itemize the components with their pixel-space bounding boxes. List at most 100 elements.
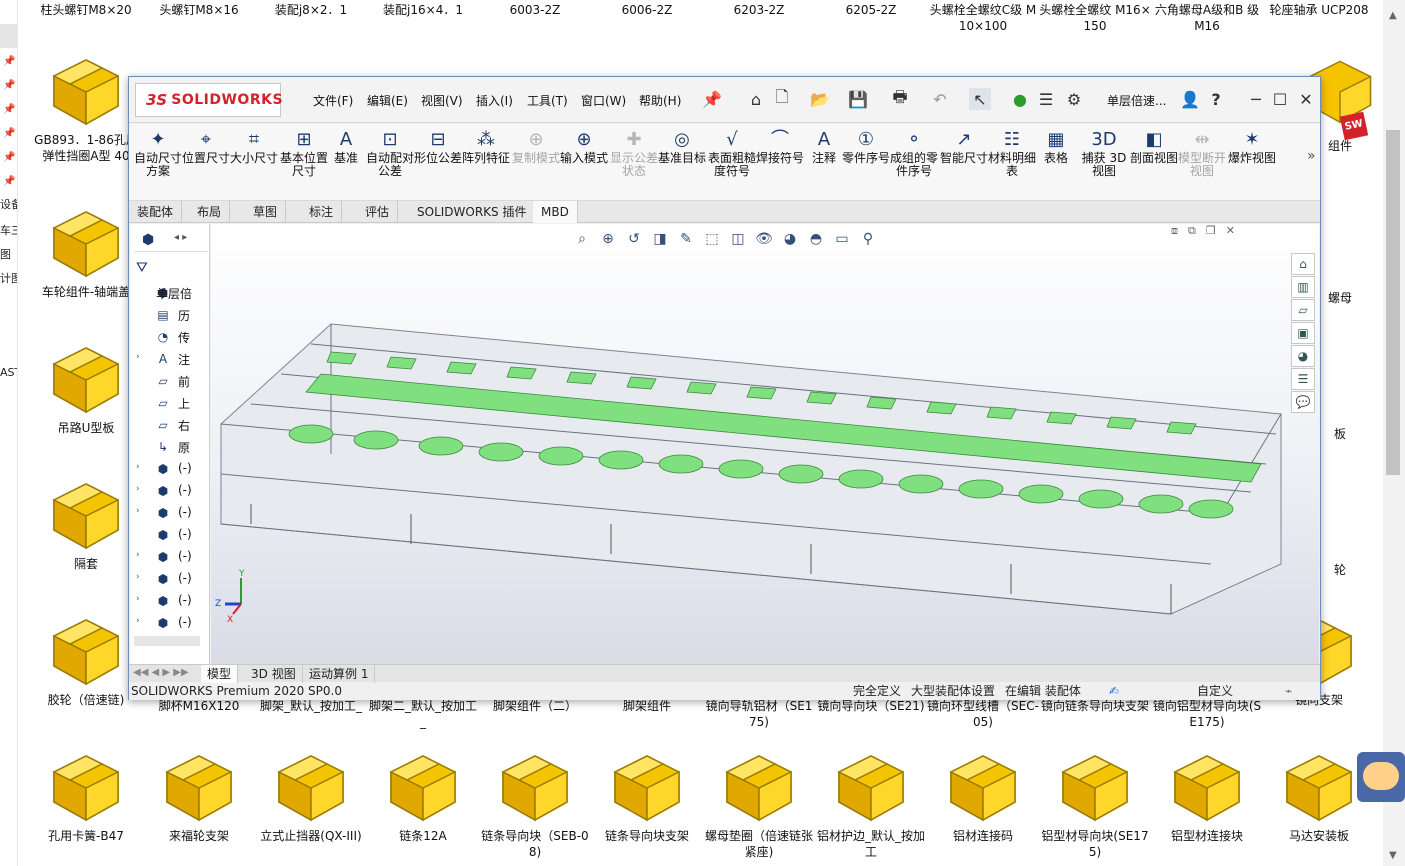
file-item[interactable]: 镜向链条导向块支架: [1039, 698, 1151, 714]
tab-model[interactable]: 模型: [201, 665, 239, 683]
tab-layout[interactable]: 布局: [189, 201, 231, 223]
units-icon[interactable]: ✍: [1109, 683, 1119, 700]
cmd-section-view[interactable]: ◧ 剖面视图: [1129, 128, 1179, 165]
options-gear-icon[interactable]: ⚙: [1063, 88, 1085, 110]
file-item[interactable]: 孔用卡簧-B47: [30, 742, 142, 844]
file-item[interactable]: 车轮组件-轴端盖: [30, 198, 142, 300]
file-item[interactable]: 轮座轴承 UCP208: [1263, 2, 1375, 18]
tab-scroll-icon[interactable]: ◂ ▸: [174, 232, 187, 243]
tree-item[interactable]: › ⬢ (-): [130, 548, 208, 568]
tree-item[interactable]: ▤ 历: [130, 306, 208, 326]
cmd-auto-pair-tolerance[interactable]: ⊡ 自动配对公差: [365, 128, 415, 178]
cmd-smart-dimension[interactable]: ↗ 智能尺寸: [939, 128, 989, 165]
file-item[interactable]: 六角螺母A级和B 级M16: [1151, 2, 1263, 34]
file-item[interactable]: 铝型材连接块: [1151, 742, 1263, 844]
help-icon[interactable]: ?: [1205, 88, 1227, 110]
file-item[interactable]: 装配j16×4．1: [367, 2, 479, 18]
solidworks-shortcut-icon[interactable]: SW: [1339, 111, 1369, 141]
more-commands-icon[interactable]: »: [1307, 148, 1316, 164]
file-item[interactable]: 铝型材导向块(SE175): [1039, 742, 1151, 860]
file-item[interactable]: 镜向铝型材导向块(SE175): [1151, 698, 1263, 730]
view-palette-icon[interactable]: ▣: [1291, 322, 1315, 344]
file-item[interactable]: 隔套: [30, 470, 142, 572]
file-item[interactable]: 来福轮支架: [143, 742, 255, 844]
file-item[interactable]: 吊路U型板: [30, 334, 142, 436]
expand-arrow-icon[interactable]: ›: [136, 462, 140, 472]
cmd-table[interactable]: ▦ 表格: [1031, 128, 1081, 165]
forum-icon[interactable]: 💬: [1291, 391, 1315, 413]
tree-item[interactable]: › ⬢ (-): [130, 614, 208, 634]
expand-arrow-icon[interactable]: ›: [136, 594, 140, 604]
custom-properties-icon[interactable]: ☰: [1291, 368, 1315, 390]
file-item[interactable]: 柱头螺钉M8×20: [30, 2, 142, 18]
tree-item[interactable]: › ⬢ (-): [130, 570, 208, 590]
expand-arrow-icon[interactable]: ›: [136, 352, 140, 362]
tree-item[interactable]: ▱ 前: [130, 372, 208, 392]
cmd-datum-target[interactable]: ◎ 基准目标: [657, 128, 707, 165]
expand-arrow-icon[interactable]: ›: [136, 484, 140, 494]
scroll-down-icon[interactable]: ▼: [1389, 850, 1397, 861]
file-item[interactable]: 轮: [1320, 562, 1360, 578]
file-item[interactable]: 板: [1320, 426, 1360, 442]
cmd-location-dimension[interactable]: ⌖ 位置尺寸: [181, 128, 231, 165]
tree-item[interactable]: ⬢ (-): [130, 526, 208, 546]
menu-edit[interactable]: 编辑(E): [367, 92, 408, 109]
cmd-balloon[interactable]: ① 零件序号: [841, 128, 891, 165]
tree-item[interactable]: ▱ 右: [130, 416, 208, 436]
menu-view[interactable]: 视图(V): [421, 92, 463, 109]
cmd-surface-finish[interactable]: √ 表面粗糙度符号: [707, 128, 757, 178]
tree-item[interactable]: › A 注: [130, 350, 208, 370]
pin-icon[interactable]: 📌: [701, 88, 723, 110]
minimize-icon[interactable]: ─: [1245, 88, 1267, 110]
file-item[interactable]: 组件: [1320, 138, 1360, 154]
cmd-capture-3d-view[interactable]: 3D 捕获 3D 视图: [1079, 128, 1129, 178]
file-item[interactable]: 头螺栓全螺纹C级 M10×100: [927, 2, 1039, 34]
file-item[interactable]: 镜向导轨铝材（SE175): [703, 698, 815, 730]
solidworks-logo[interactable]: 3S SOLIDWORKS: [135, 83, 283, 117]
file-item[interactable]: 螺母垫圈（倍速链张紧座): [703, 742, 815, 860]
tree-item[interactable]: ⬢ 单层倍: [130, 284, 208, 304]
maximize-icon[interactable]: ☐: [1269, 88, 1291, 110]
file-item[interactable]: 立式止挡器(QX-III): [255, 742, 367, 844]
file-item[interactable]: 装配j8×2．1: [255, 2, 367, 18]
tab-evaluate[interactable]: 评估: [357, 201, 399, 223]
save-icon[interactable]: 💾: [847, 88, 869, 110]
cmd-stacked-balloon[interactable]: ⚬ 成组的零件序号: [889, 128, 939, 178]
feature-manager-icon[interactable]: ⬢: [142, 232, 154, 248]
file-item[interactable]: 脚架二_默认_按加工_: [367, 698, 479, 730]
file-explorer-icon[interactable]: ▱: [1291, 299, 1315, 321]
file-item[interactable]: 螺母: [1320, 290, 1360, 306]
menu-insert[interactable]: 插入(I): [476, 92, 513, 109]
tab-addins[interactable]: SOLIDWORKS 插件: [409, 201, 536, 223]
open-file-icon[interactable]: 📂: [809, 88, 831, 110]
file-item[interactable]: 6205-2Z: [815, 2, 927, 18]
cmd-datum[interactable]: A 基准: [321, 128, 371, 165]
tree-item[interactable]: › ⬢ (-): [130, 504, 208, 524]
cmd-import-scheme[interactable]: ⊕ 输入模式: [559, 128, 609, 165]
tab-mbd[interactable]: MBD: [533, 201, 578, 223]
file-item[interactable]: 铝材护边_默认_按加工: [815, 742, 927, 860]
file-item[interactable]: 镜向导向块（SE21): [815, 698, 927, 714]
nav-label[interactable]: 计图: [0, 270, 17, 286]
file-item[interactable]: 链条导向块（SEB-08): [479, 742, 591, 860]
file-item[interactable]: 胶轮（倍速链): [30, 606, 142, 708]
file-item[interactable]: GB893．1-86孔用弹性挡圈A型 40: [30, 46, 142, 164]
fm-horizontal-scrollbar[interactable]: [134, 636, 200, 646]
tab-scroll-icon[interactable]: ◀◀ ◀ ▶ ▶▶: [133, 667, 189, 678]
tree-item[interactable]: ↳ 原: [130, 438, 208, 458]
cmd-exploded-view[interactable]: ✶ 爆炸视图: [1227, 128, 1277, 165]
cmd-auto-dimension-scheme[interactable]: ✦ 自动尺寸方案: [133, 128, 183, 178]
units-selector[interactable]: 自定义: [1197, 683, 1233, 700]
file-item[interactable]: 头螺钉M8×16: [143, 2, 255, 18]
cmd-geometric-tolerance[interactable]: ⊟ 形位公差: [413, 128, 463, 165]
scroll-thumb[interactable]: [1386, 130, 1400, 475]
tab-annotation[interactable]: 标注: [301, 201, 343, 223]
graphics-viewport[interactable]: ⌕ ⊕ ↺ ◨ ✎ ⬚ ◫ 👁 ◕ ◓ ▭ ⚲ ⧈ ⧉ ❐ ✕ Y Z X: [211, 224, 1319, 664]
file-item[interactable]: 6003-2Z: [479, 2, 591, 18]
cmd-pattern-feature[interactable]: ⁂ 阵列特征: [461, 128, 511, 165]
file-item[interactable]: 铝材连接码: [927, 742, 1039, 844]
file-item[interactable]: 6203-2Z: [703, 2, 815, 18]
menu-help[interactable]: 帮助(H): [639, 92, 681, 109]
new-file-icon[interactable]: 🗋: [771, 87, 793, 110]
menu-window[interactable]: 窗口(W): [581, 92, 626, 109]
